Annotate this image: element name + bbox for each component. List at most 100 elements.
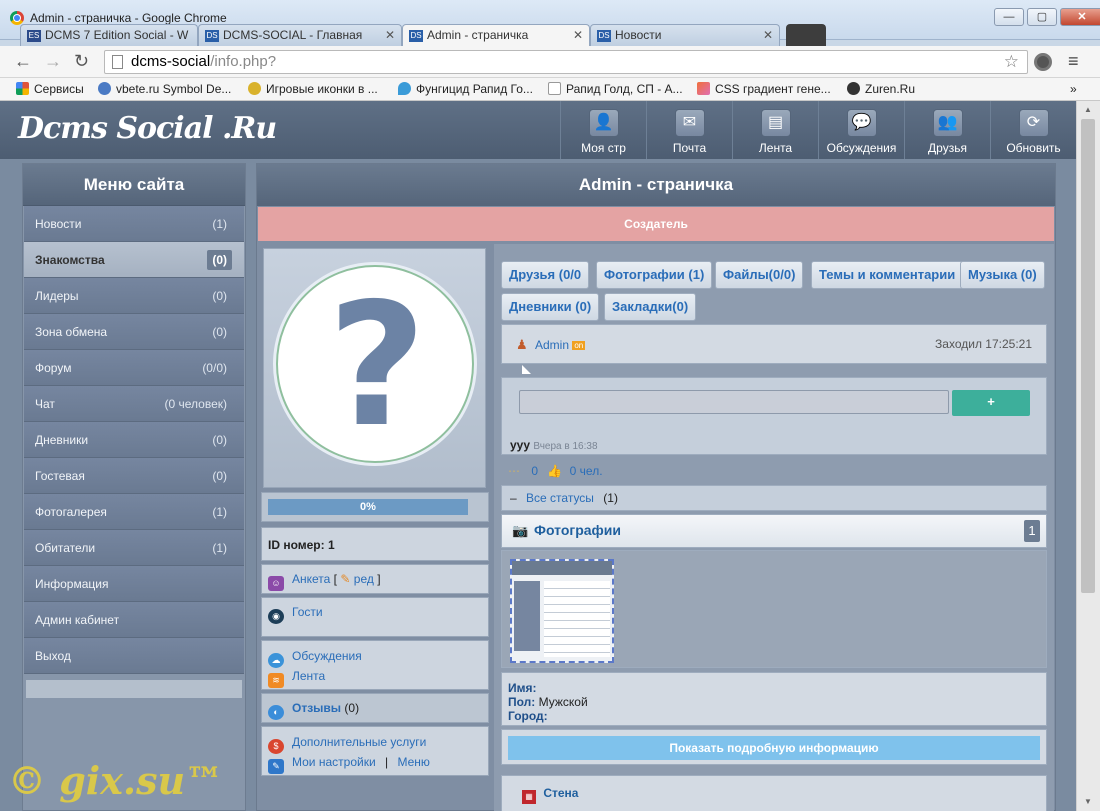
pencil-icon: ✎: [340, 572, 351, 586]
tab-close-icon[interactable]: ✕: [573, 28, 583, 42]
menu-item-diaries[interactable]: Дневники (0): [24, 422, 244, 458]
discussions-link[interactable]: Обсуждения: [292, 649, 362, 663]
menu-link[interactable]: Меню: [397, 755, 429, 769]
status-entry: ууу Вчера в 16:38: [510, 438, 598, 452]
bookmark-services[interactable]: Сервисы: [16, 82, 84, 96]
feed-link[interactable]: Лента: [292, 669, 325, 683]
menu-item-dating[interactable]: Знакомства (0): [24, 242, 244, 278]
tab-news[interactable]: DS Новости ✕: [590, 24, 780, 46]
profile-right-column: Друзья (0/0 Фотографии (1) Файлы(0/0) Те…: [494, 244, 1054, 811]
all-statuses-row[interactable]: – Все статусы (1): [501, 485, 1047, 511]
photo-thumbnail[interactable]: [510, 559, 614, 663]
avatar[interactable]: ?: [276, 265, 474, 465]
tab-friends[interactable]: Друзья (0/0: [501, 261, 590, 289]
bookmark-vbete[interactable]: vbete.ru Symbol De...: [98, 82, 231, 96]
site-logo[interactable]: Dcms Social .Ru: [18, 111, 277, 146]
settings-box: $ Дополнительные услуги ✎ Мои настройки | …: [261, 726, 489, 776]
menu-item-residents[interactable]: Обитатели (1): [24, 530, 244, 566]
scroll-up-icon[interactable]: ▲: [1084, 105, 1092, 114]
nav-mail[interactable]: ✉ Почта: [646, 101, 732, 159]
tab-close-icon[interactable]: ✕: [385, 28, 395, 42]
bookmark-fungicide[interactable]: Фунгицид Рапид Го...: [398, 82, 533, 96]
status-time: Вчера в 16:38: [533, 441, 598, 452]
reload-icon[interactable]: ↻: [74, 52, 89, 70]
nav-refresh[interactable]: ⟳ Обновить: [990, 101, 1076, 159]
tab-close-icon[interactable]: ✕: [763, 28, 773, 42]
mail-icon: ✉: [674, 109, 705, 137]
new-tab-button[interactable]: [786, 24, 826, 46]
tab-dcms-edition[interactable]: ES DCMS 7 Edition Social - W: [20, 24, 198, 46]
bookmark-game-icons[interactable]: Игровые иконки в ...: [248, 82, 378, 96]
my-settings-link[interactable]: Мои настройки: [292, 755, 376, 769]
menu-item-count: (0): [212, 289, 227, 303]
tab-photos[interactable]: Фотографии (1): [596, 261, 713, 289]
address-bar[interactable]: dcms-social/info.php? ☆: [104, 50, 1028, 74]
nav-feed[interactable]: ▤ Лента: [732, 101, 818, 159]
edit-anketa-link[interactable]: ред: [354, 572, 374, 586]
status-submit-button[interactable]: +: [952, 390, 1030, 416]
username-link[interactable]: Admin: [535, 338, 569, 352]
game-icons-favicon-icon: [248, 82, 261, 95]
bookmarks-bar: Сервисы vbete.ru Symbol De... Игровые ик…: [0, 78, 1100, 101]
tab-bookmarks[interactable]: Закладки(0): [604, 293, 697, 321]
bookmark-label: Фунгицид Рапид Го...: [416, 82, 533, 96]
menu-item-count: (1): [212, 505, 227, 519]
status-card: + ууу Вчера в 16:38: [501, 377, 1047, 455]
menu-item-label: Дневники: [35, 433, 89, 447]
nav-my-page[interactable]: 👤 Моя стр: [560, 101, 646, 159]
likes-count[interactable]: 0 чел.: [570, 464, 603, 478]
page-scrollbar[interactable]: ▲ ▼: [1076, 101, 1100, 811]
anketa-link[interactable]: Анкета: [292, 572, 330, 586]
bookmarks-overflow-icon[interactable]: »: [1070, 82, 1077, 96]
scroll-down-icon[interactable]: ▼: [1084, 797, 1092, 806]
collapse-icon: –: [510, 491, 517, 505]
tab-files[interactable]: Файлы(0/0): [715, 261, 804, 289]
tab-dcms-social-home[interactable]: DS DCMS-SOCIAL - Главная ✕: [198, 24, 402, 46]
bookmark-css-gradient[interactable]: CSS градиент гене...: [697, 82, 831, 96]
guests-link[interactable]: Гости: [292, 605, 323, 619]
extension-eye-icon[interactable]: [1034, 53, 1052, 71]
photos-title[interactable]: Фотографии: [534, 522, 621, 538]
name-label: Имя:: [508, 681, 537, 695]
menu-item-logout[interactable]: Выход: [24, 638, 244, 674]
thumb-sidebar: [514, 581, 540, 651]
css-gradient-favicon-icon: [697, 82, 710, 95]
menu-item-leaders[interactable]: Лидеры (0): [24, 278, 244, 314]
refresh-icon: ⟳: [1018, 109, 1049, 137]
forward-arrow-icon[interactable]: →: [44, 52, 62, 70]
page-title: Admin - страничка: [257, 164, 1055, 206]
menu-item-chat[interactable]: Чат (0 человек): [24, 386, 244, 422]
nav-discussions[interactable]: 💬 Обсуждения: [818, 101, 904, 159]
role-banner: Создатель: [258, 207, 1054, 241]
menu-item-forum[interactable]: Форум (0/0): [24, 350, 244, 386]
user-card: ♟ Admin on Заходил 17:25:21: [501, 324, 1047, 364]
show-detailed-info-button[interactable]: Показать подробную информацию: [508, 736, 1040, 760]
bookmark-rapid-gold[interactable]: Рапид Голд, СП - А...: [548, 82, 683, 96]
tab-topics-comments[interactable]: Темы и комментарии: [811, 261, 964, 289]
menu-item-exchange[interactable]: Зона обмена (0): [24, 314, 244, 350]
menu-item-photogallery[interactable]: Фотогалерея (1): [24, 494, 244, 530]
back-arrow-icon[interactable]: ←: [14, 52, 32, 70]
extra-services-link[interactable]: Дополнительные услуги: [292, 735, 426, 749]
friends-icon: 👥: [932, 109, 963, 137]
chrome-menu-icon[interactable]: ≡: [1068, 51, 1079, 72]
status-input[interactable]: [519, 390, 949, 414]
menu-item-admin-cabinet[interactable]: Админ кабинет: [24, 602, 244, 638]
tab-diaries[interactable]: Дневники (0): [501, 293, 600, 321]
comments-count[interactable]: 0: [531, 464, 538, 478]
all-statuses-link[interactable]: Все статусы: [526, 491, 594, 505]
bookmark-star-icon[interactable]: ☆: [1004, 52, 1019, 72]
wall-title[interactable]: Стена: [543, 786, 578, 800]
reviews-link[interactable]: Отзывы: [292, 701, 341, 715]
browser-toolbar: ← → ↻ dcms-social/info.php? ☆ ≡: [0, 46, 1100, 78]
bracket: [: [333, 572, 338, 586]
tab-admin-page[interactable]: DS Admin - страничка ✕: [402, 24, 590, 46]
nav-friends[interactable]: 👥 Друзья: [904, 101, 990, 159]
menu-item-news[interactable]: Новости (1): [24, 206, 244, 242]
menu-item-guestbook[interactable]: Гостевая (0): [24, 458, 244, 494]
scroll-thumb[interactable]: [1081, 119, 1095, 593]
tab-music[interactable]: Музыка (0): [960, 261, 1045, 289]
bookmark-zuren[interactable]: Zuren.Ru: [847, 82, 915, 96]
menu-item-info[interactable]: Информация: [24, 566, 244, 602]
photos-header: 📷 Фотографии 1: [501, 514, 1047, 548]
